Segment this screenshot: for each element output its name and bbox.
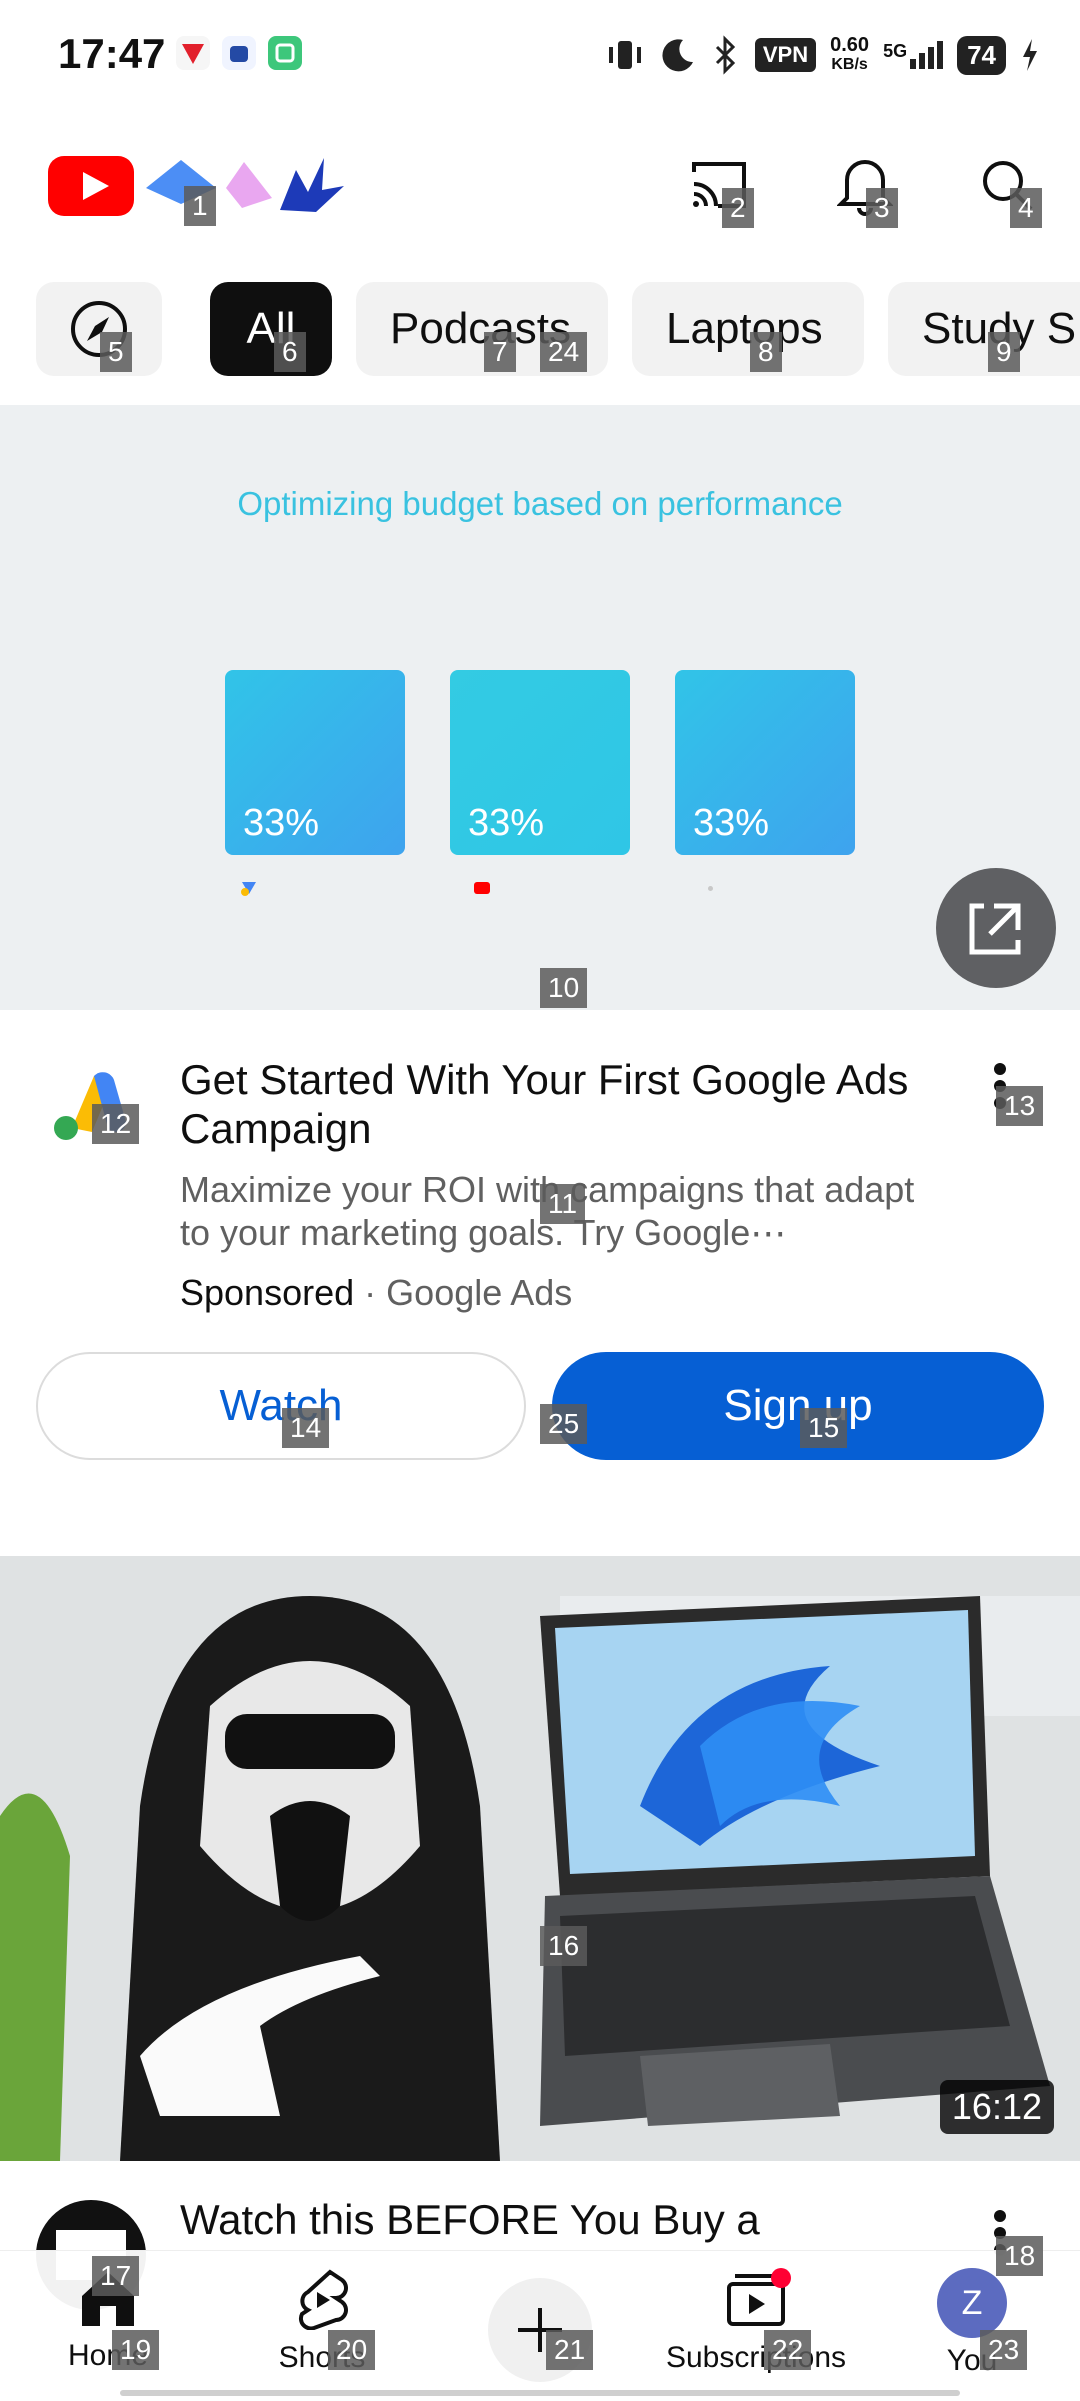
overlay-tag: 16 — [540, 1926, 588, 1966]
watch-button[interactable]: Watch — [36, 1352, 526, 1460]
battery-level: 74 — [957, 35, 1006, 75]
overlay-tag: 21 — [546, 2330, 594, 2370]
overlay-tag: 19 — [112, 2330, 160, 2370]
ad-media-headline: Optimizing budget based on performance — [237, 485, 843, 522]
signal-icon: 5G — [883, 41, 944, 69]
overlay-tag: 12 — [92, 1104, 140, 1144]
chip-all[interactable]: All — [210, 282, 332, 376]
bluetooth-icon — [715, 35, 735, 75]
overlay-tag: 6 — [274, 332, 306, 372]
explore-chip[interactable] — [36, 282, 162, 376]
video-duration: 16:12 — [939, 2080, 1054, 2134]
moon-icon — [662, 39, 693, 72]
nav-you[interactable]: Z You — [872, 2268, 1072, 2378]
overlay-tag: 22 — [764, 2330, 812, 2370]
shorts-icon — [298, 2269, 348, 2331]
budget-bar: 33% — [450, 670, 630, 855]
overlay-tag: 24 — [540, 332, 588, 372]
nav-shorts[interactable]: Shorts — [222, 2268, 422, 2375]
status-icons: VPN 0.60 KB/s 5G 74 — [605, 30, 1040, 80]
overlay-tag: 5 — [100, 332, 132, 372]
overlay-tag: 20 — [328, 2330, 376, 2370]
user-avatar: Z — [937, 2268, 1007, 2338]
ad-meta: Sponsored · Google Ads — [180, 1272, 572, 1314]
budget-bar: 33% — [225, 670, 405, 855]
overlay-tag: 18 — [996, 2236, 1044, 2276]
overlay-tag: 14 — [282, 1408, 330, 1448]
google-logo-icon — [240, 880, 258, 896]
chip-laptops[interactable]: Laptops — [632, 282, 864, 376]
overlay-tag: 4 — [1010, 188, 1042, 228]
ad-title[interactable]: Get Started With Your First Google Ads C… — [180, 1055, 940, 1153]
signup-button[interactable]: Sign up — [552, 1352, 1044, 1460]
notification-app-icon — [176, 36, 210, 70]
overlay-tag: 15 — [800, 1408, 848, 1448]
vibrate-icon — [608, 41, 641, 69]
overlay-tag: 11 — [540, 1184, 586, 1224]
vpn-indicator: VPN — [754, 38, 817, 72]
sponsored-label: Sponsored — [180, 1272, 355, 1313]
overlay-tag: 2 — [722, 188, 754, 228]
overlay-tag: 1 — [184, 186, 216, 226]
overlay-tag: 10 — [540, 968, 588, 1008]
status-bar: 17:47 VPN 0.60 KB/s 5G 74 — [0, 0, 1080, 110]
subscriptions-icon — [727, 2268, 791, 2326]
video-thumbnail[interactable] — [0, 1556, 1080, 2161]
open-external-icon — [969, 903, 1021, 955]
overlay-tag: 13 — [996, 1086, 1044, 1126]
notification-app-icon — [222, 36, 256, 70]
doodle-decoration — [146, 158, 356, 218]
overlay-tag: 25 — [540, 1404, 588, 1444]
chip-study[interactable]: Study S — [888, 282, 1080, 376]
overlay-tag: 7 — [484, 332, 516, 372]
overlay-tag: 17 — [92, 2256, 140, 2296]
video-title[interactable]: Watch this BEFORE You Buy a — [180, 2196, 760, 2244]
nav-subscriptions[interactable]: Subscriptions — [656, 2268, 856, 2375]
network-dot-icon — [708, 886, 713, 891]
advertiser-name: Google Ads — [386, 1272, 573, 1313]
separator: · — [364, 1272, 377, 1313]
network-speed: 0.60 KB/s — [830, 34, 870, 73]
budget-bar: 33% — [675, 670, 855, 855]
open-external-button[interactable] — [936, 868, 1056, 988]
gesture-bar — [120, 2390, 960, 2396]
charging-icon — [1023, 39, 1037, 71]
youtube-mini-icon — [474, 882, 490, 894]
overlay-tag: 3 — [866, 188, 898, 228]
overlay-tag: 9 — [988, 332, 1020, 372]
youtube-logo[interactable] — [48, 156, 134, 216]
overlay-tag: 23 — [980, 2330, 1028, 2370]
clock: 17:47 — [58, 30, 166, 77]
overlay-tag: 8 — [750, 332, 782, 372]
notification-app-icon — [268, 36, 302, 70]
